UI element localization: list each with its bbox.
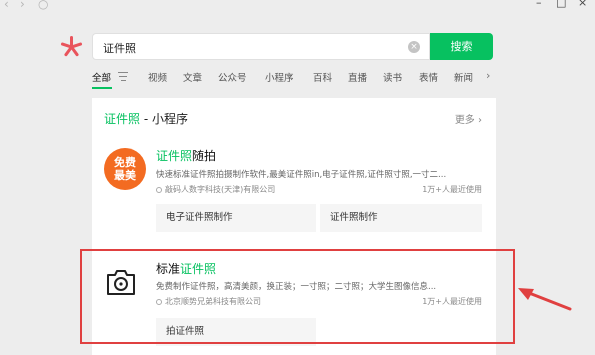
title-bar: ‹ › ○ – □ × (0, 0, 595, 14)
app-title[interactable]: 证件照随拍 (156, 147, 216, 164)
search-button[interactable]: 搜索 (430, 33, 493, 60)
clear-icon[interactable]: × (408, 41, 420, 53)
tab-encyclopedia[interactable]: 百科 (313, 70, 332, 84)
active-tab-indicator (92, 87, 112, 89)
tab-video[interactable]: 视频 (148, 70, 167, 84)
tab-news[interactable]: 新闻 (454, 70, 473, 84)
search-query: 证件照 (103, 42, 136, 55)
tab-stickers[interactable]: 表情 (419, 70, 438, 84)
forward-icon[interactable]: › (20, 0, 25, 10)
chevron-right-icon[interactable]: › (486, 69, 490, 82)
tab-article[interactable]: 文章 (183, 70, 202, 84)
service-button[interactable]: 电子证件照制作 (156, 204, 316, 232)
service-button[interactable]: 证件照制作 (320, 204, 482, 232)
maximize-icon[interactable]: □ (556, 0, 566, 9)
app-description: 快速标准证件照拍摄制作软件,最美证件照in,电子证件照,证件照寸照,一寸二... (156, 170, 447, 180)
tab-live[interactable]: 直播 (348, 70, 367, 84)
section-title: 证件照 - 小程序 (104, 112, 188, 126)
search-input[interactable]: 证件照 × (92, 33, 430, 60)
close-icon[interactable]: × (578, 0, 587, 9)
red-arrow-icon (518, 288, 572, 311)
more-link[interactable]: 更多 › (455, 111, 482, 126)
minimize-icon[interactable]: – (536, 0, 542, 9)
highlight-rectangle (80, 249, 515, 344)
tab-reading[interactable]: 读书 (383, 70, 402, 84)
tab-mini-program[interactable]: 小程序 (265, 70, 294, 84)
app-usage-count: 1万+人最近使用 (422, 185, 482, 194)
app-company: 敲码人数字科技(天津)有限公司 (156, 184, 275, 195)
verified-icon (156, 186, 162, 193)
tab-all[interactable]: 全部 (92, 70, 111, 84)
tab-official-account[interactable]: 公众号 (218, 70, 247, 84)
app-icon-free-best[interactable]: 免费 最美 (104, 148, 146, 190)
search-logo-icon[interactable] (60, 36, 83, 58)
back-icon[interactable]: ‹ (4, 0, 9, 10)
refresh-icon[interactable]: ○ (38, 0, 48, 10)
filter-icon[interactable] (118, 72, 128, 81)
